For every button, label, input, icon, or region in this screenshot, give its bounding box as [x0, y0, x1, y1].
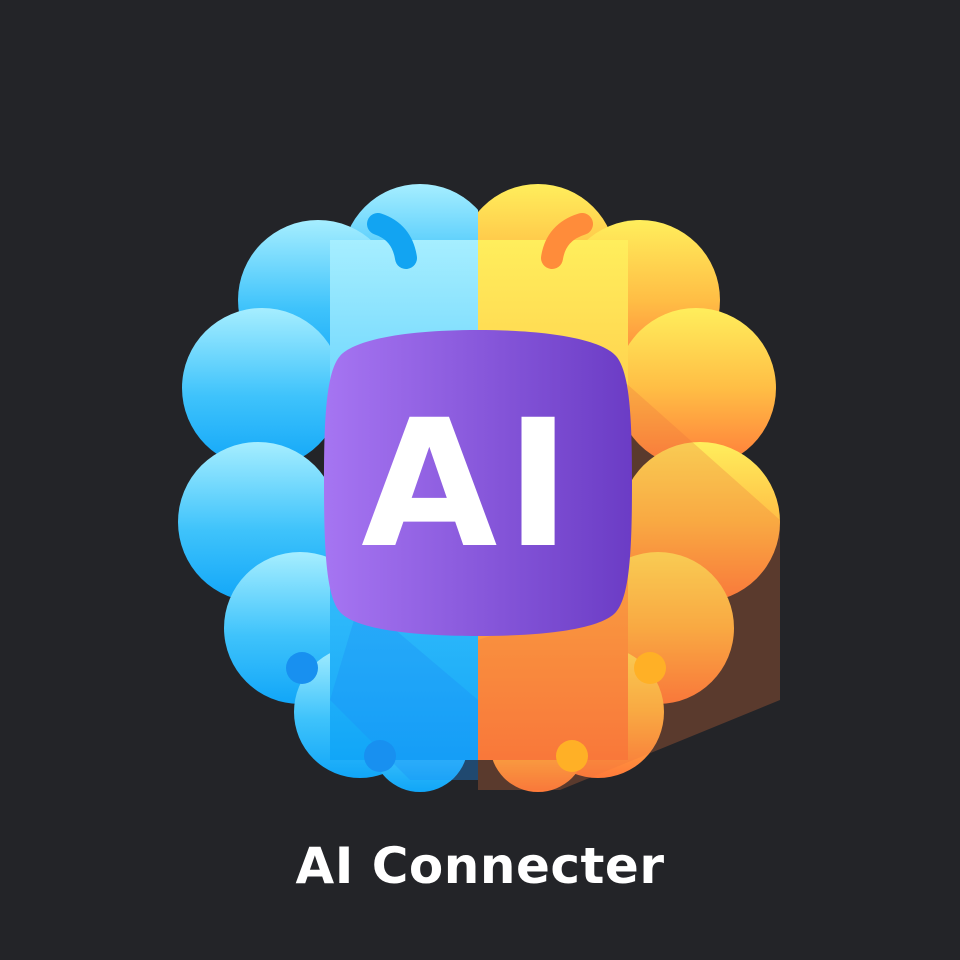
ai-badge: AI [324, 330, 632, 636]
app-splash: AI AI Connecter [0, 0, 960, 960]
app-logo: AI [0, 0, 960, 960]
app-name-title: AI Connecter [295, 837, 665, 895]
ai-badge-text: AI [361, 382, 579, 587]
